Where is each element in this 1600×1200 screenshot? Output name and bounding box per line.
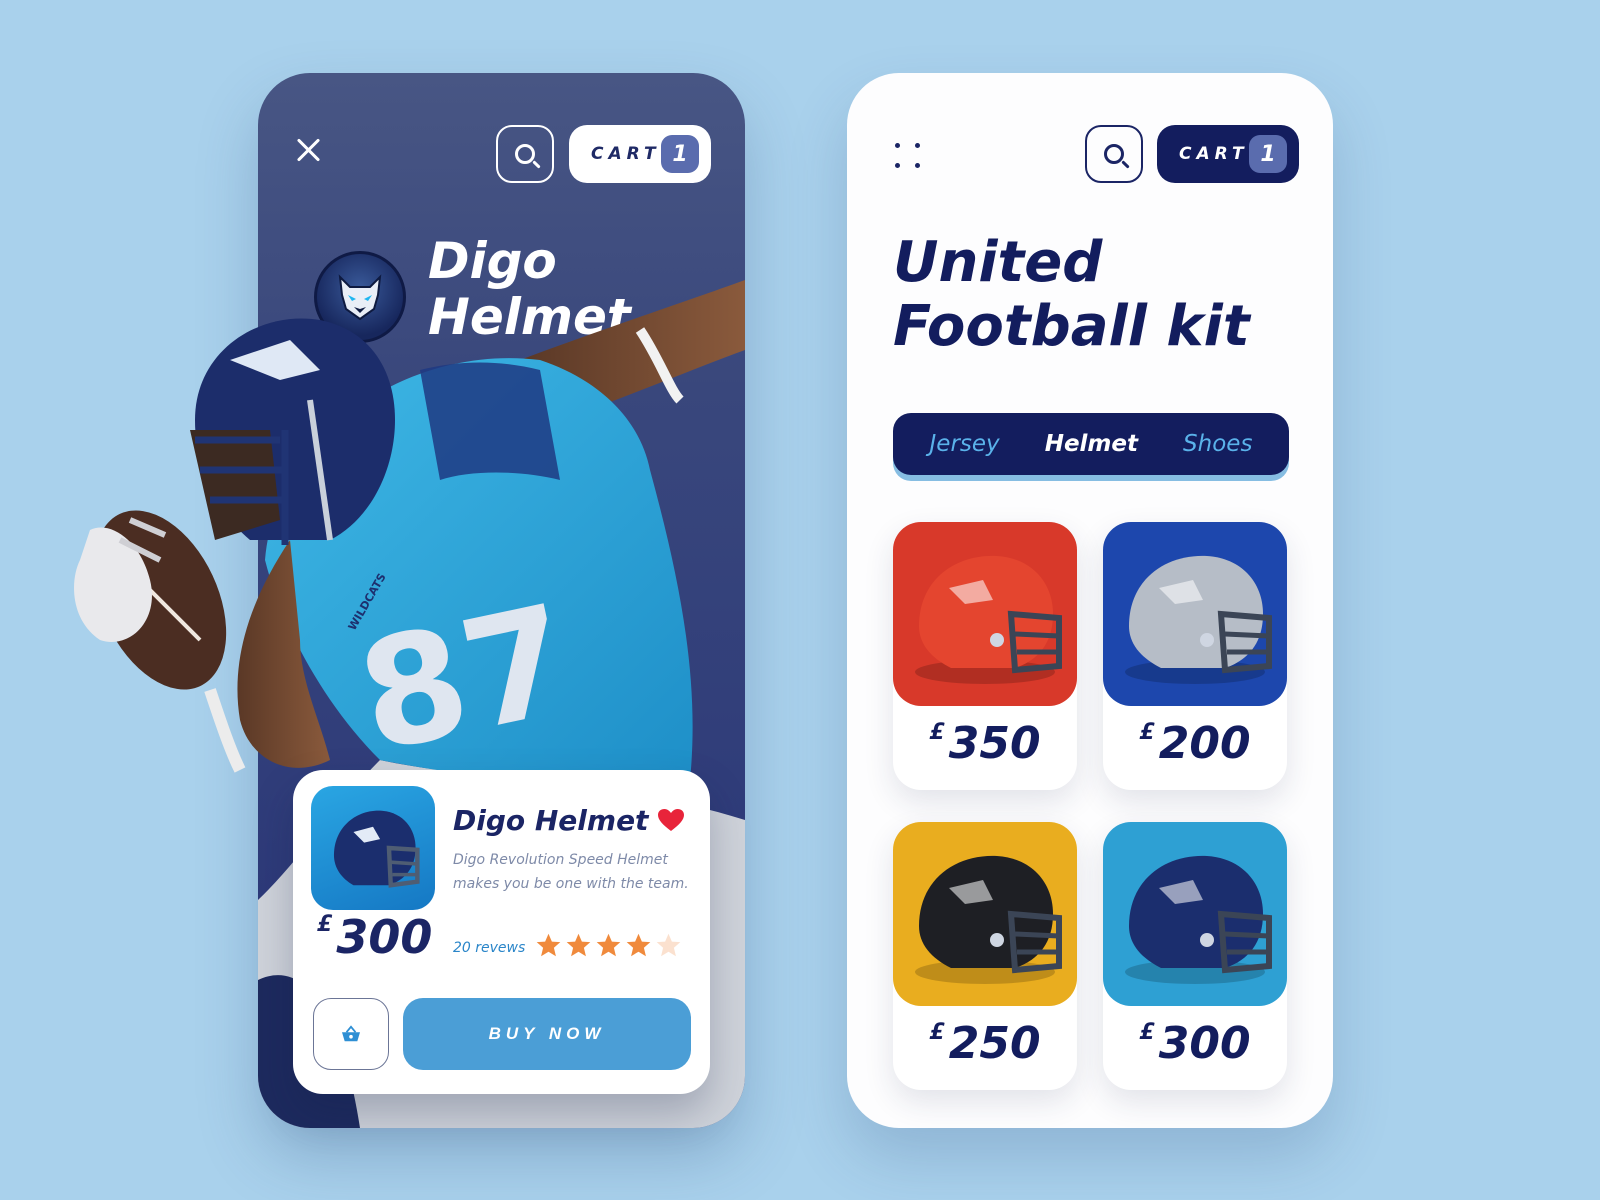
heart-icon[interactable]	[657, 808, 685, 832]
cart-label: CART	[1179, 144, 1249, 164]
catalogue-screen: CART 1 United Football kit Jersey Helmet…	[847, 73, 1333, 1128]
search-icon	[515, 144, 535, 164]
search-button[interactable]	[496, 125, 554, 183]
team-logo-badge	[314, 251, 406, 343]
basket-icon	[342, 1025, 360, 1042]
reviews-link[interactable]: 20 revews	[453, 940, 525, 956]
product-tile-price: £ 350	[893, 718, 1077, 769]
product-tile-image	[893, 822, 1077, 1006]
product-tile-price: £ 250	[893, 1018, 1077, 1069]
product-description: Digo Revolution Speed Helmet makes you b…	[453, 852, 689, 892]
tab-jersey[interactable]: Jersey	[930, 431, 1000, 457]
helmet-image	[333, 810, 420, 888]
product-card: Digo Helmet Digo Revolution Speed Helmet…	[293, 770, 710, 1094]
star-filled-icon	[626, 933, 651, 957]
product-tile[interactable]: £ 300	[1103, 822, 1287, 1090]
product-tile-price: £ 200	[1103, 718, 1287, 769]
helmet-image	[1125, 555, 1272, 684]
helmet-image	[915, 855, 1062, 984]
helmet-image	[915, 555, 1062, 684]
menu-icon[interactable]	[895, 143, 921, 169]
star-empty-icon	[656, 933, 681, 957]
cart-count-badge: 1	[1249, 135, 1287, 173]
cart-label: CART	[591, 144, 661, 164]
product-tile-price: £ 300	[1103, 1018, 1287, 1069]
page-title-line1: United	[893, 230, 1103, 295]
close-icon[interactable]	[294, 135, 324, 165]
category-tabs: Jersey Helmet Shoes	[893, 413, 1289, 475]
currency-symbol: £	[317, 912, 333, 937]
product-card-title: Digo Helmet	[453, 804, 649, 837]
product-thumbnail[interactable]	[311, 786, 435, 910]
product-tile[interactable]: £ 350	[893, 522, 1077, 790]
add-to-basket-button[interactable]	[313, 998, 389, 1070]
product-tile-image	[1103, 522, 1287, 706]
star-rating	[535, 932, 682, 959]
product-title-line1: Digo	[428, 232, 557, 290]
wildcat-logo-icon	[338, 274, 382, 321]
price-value: 250	[948, 1018, 1041, 1069]
currency-symbol: £	[929, 1020, 945, 1045]
price-value: 300	[1158, 1018, 1251, 1069]
page-title: United Football kit	[893, 231, 1293, 359]
cart-button[interactable]: CART 1	[1157, 125, 1299, 183]
tab-shoes[interactable]: Shoes	[1183, 431, 1252, 457]
product-tile[interactable]: £ 200	[1103, 522, 1287, 790]
currency-symbol: £	[1139, 720, 1155, 745]
search-icon	[1104, 144, 1124, 164]
product-title: Digo Helmet	[428, 233, 745, 345]
currency-symbol: £	[1139, 1020, 1155, 1045]
currency-symbol: £	[929, 720, 945, 745]
price-value: 200	[1158, 718, 1251, 769]
product-price: £ 300	[317, 910, 432, 964]
product-tile-image	[1103, 822, 1287, 1006]
star-filled-icon	[596, 933, 621, 957]
buy-now-button[interactable]: BUY NOW	[403, 998, 691, 1070]
price-value: 350	[948, 718, 1041, 769]
product-title-line2: Helmet	[428, 288, 631, 346]
product-tile[interactable]: £ 250	[893, 822, 1077, 1090]
cart-button[interactable]: CART 1	[569, 125, 711, 183]
product-tile-image	[893, 522, 1077, 706]
star-filled-icon	[566, 933, 591, 957]
search-button[interactable]	[1085, 125, 1143, 183]
star-filled-icon	[536, 933, 561, 957]
tab-helmet[interactable]: Helmet	[1045, 431, 1138, 457]
cart-count-badge: 1	[661, 135, 699, 173]
helmet-image	[1125, 855, 1272, 984]
price-value: 300	[336, 910, 433, 964]
page-title-line2: Football kit	[893, 294, 1250, 359]
